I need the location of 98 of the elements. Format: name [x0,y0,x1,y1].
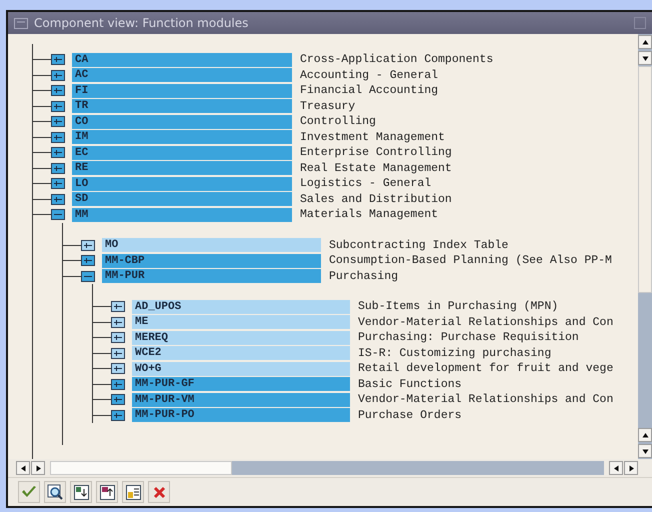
toolbar-button[interactable] [96,481,118,503]
scroll-left-button[interactable] [609,461,623,475]
scroll-right-button[interactable] [31,461,45,475]
folder-minus-icon[interactable] [51,209,65,220]
scroll-down-button[interactable] [638,51,652,65]
node-description: Vendor-Material Relationships and Con [358,316,614,329]
window-title: Component view: Function modules [34,16,250,30]
folder-plus-icon[interactable] [51,100,65,112]
folder-plus-icon[interactable] [111,363,125,374]
node-description: IS-R: Customizing purchasing [358,346,552,360]
node-description: Purchasing [329,270,398,283]
folder-plus-icon[interactable] [51,85,65,96]
node-description: Controlling [300,115,376,128]
folder-plus-icon[interactable] [111,348,125,359]
folder-plus-icon[interactable] [81,240,95,251]
node-key[interactable]: LO [72,176,292,191]
scroll-right-button[interactable] [624,461,638,475]
magnifier-icon [47,484,63,500]
folder-plus-icon[interactable] [51,147,65,158]
cancel-icon [152,486,166,498]
vertical-scrollbar[interactable] [638,34,652,459]
node-key[interactable]: AD_UPOS [132,300,350,314]
folder-plus-icon[interactable] [51,132,65,143]
horizontal-scrollbar[interactable] [50,461,604,475]
toolbar-button[interactable] [70,481,92,503]
node-key[interactable]: AC [72,68,292,82]
checkmark-icon [21,485,37,499]
folder-plus-icon[interactable] [111,332,125,344]
node-description: Treasury [300,100,356,113]
node-key[interactable]: MM-PUR-PO [132,408,350,422]
document-icon [126,484,140,500]
window-icon [14,18,28,28]
node-description: Consumption-Based Planning (See Also PP-M [329,254,612,268]
toolbar-button[interactable] [44,481,66,503]
toolbar-button[interactable] [122,481,144,503]
node-key[interactable]: WO+G [132,362,350,376]
node-description: Subcontracting Index Table [329,238,508,252]
node-description: Accounting - General [300,68,438,82]
up-arrow-icon [642,432,648,438]
scroll-up-button[interactable] [638,428,652,442]
node-description: Materials Management [300,208,438,222]
node-description: Real Estate Management [300,162,452,175]
node-key[interactable]: MM-PUR-VM [132,392,350,407]
scroll-down-button[interactable] [638,444,652,458]
folder-plus-icon[interactable] [51,178,65,190]
node-key[interactable]: MM-PUR [102,269,321,284]
scrollbar-thumb[interactable] [638,66,652,293]
left-arrow-icon [612,464,620,472]
down-arrow-icon [642,448,648,454]
folder-plus-icon[interactable] [111,316,125,328]
node-description: Sales and Distribution [300,192,452,206]
folder-plus-icon[interactable] [51,70,65,81]
folder-plus-icon[interactable] [111,378,125,390]
node-description: Vendor-Material Relationships and Con [358,393,614,406]
folder-plus-icon[interactable] [51,54,65,66]
collapse-icon [100,484,114,500]
node-key[interactable]: EC [72,146,292,160]
node-description: Enterprise Controlling [300,146,452,160]
node-description: Cross-Application Components [300,53,494,66]
folder-plus-icon[interactable] [111,301,125,312]
folder-plus-icon[interactable] [51,116,65,128]
node-description: Retail development for fruit and vege [358,362,614,376]
left-arrow-icon [20,464,26,472]
down-arrow-icon [642,54,648,62]
folder-plus-icon[interactable] [51,162,65,174]
up-arrow-icon [642,38,648,46]
right-arrow-icon [34,464,42,472]
node-key[interactable]: CO [72,114,292,129]
scroll-up-button[interactable] [638,35,652,49]
node-description: Logistics - General [300,177,432,190]
node-description: Basic Functions [358,378,462,391]
node-key[interactable]: FI [72,84,292,98]
expand-icon [74,484,88,500]
folder-plus-icon[interactable] [111,394,125,406]
node-key[interactable]: TR [72,99,292,114]
node-key[interactable]: MO [102,238,321,252]
node-key[interactable]: IM [72,130,292,144]
node-key[interactable]: WCE2 [132,346,350,360]
right-arrow-icon [628,464,634,472]
node-key[interactable]: SD [72,192,292,206]
folder-plus-icon[interactable] [81,255,95,266]
node-key[interactable]: MEREQ [132,330,350,345]
folder-plus-icon[interactable] [51,194,65,205]
node-key[interactable]: MM-PUR-GF [132,377,350,392]
node-key[interactable]: CA [72,52,292,67]
folder-minus-icon[interactable] [81,270,95,282]
folder-plus-icon[interactable] [111,410,125,421]
scroll-left-button[interactable] [16,461,30,475]
scrollbar-thumb[interactable] [50,461,232,475]
node-key[interactable]: MM-CBP [102,254,321,268]
node-key[interactable]: ME [132,315,350,330]
node-description: Financial Accounting [300,84,438,98]
node-key[interactable]: RE [72,161,292,176]
node-description: Purchase Orders [358,408,462,422]
node-description: Investment Management [300,130,445,144]
node-description: Sub-Items in Purchasing (MPN) [358,300,558,314]
node-description: Purchasing: Purchase Requisition [358,331,579,344]
node-key[interactable]: MM [72,208,292,222]
